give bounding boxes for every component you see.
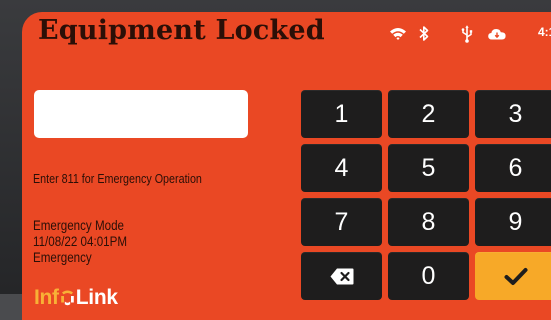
status-bar (388, 21, 507, 47)
emergency-mode-label: Emergency Mode (33, 218, 124, 233)
page-title: Equipment Locked (38, 15, 325, 46)
key-2[interactable]: 2 (388, 90, 469, 138)
access-code-input[interactable] (34, 90, 248, 138)
backspace-button[interactable] (301, 252, 382, 300)
key-5[interactable]: 5 (388, 144, 469, 192)
logo-mark-icon (60, 288, 75, 306)
logo-text-end: Link (75, 286, 118, 309)
emergency-status: Emergency (33, 250, 92, 265)
numeric-keypad: 1 2 3 4 5 6 7 8 9 0 (301, 90, 551, 300)
emergency-datetime: 11/08/22 04:01PM (33, 234, 128, 249)
usb-icon (460, 24, 474, 44)
backspace-icon (330, 268, 354, 285)
checkmark-icon (504, 267, 528, 286)
key-4[interactable]: 4 (301, 144, 382, 192)
infolink-logo: Inf Link (34, 286, 118, 310)
wifi-icon (388, 24, 408, 44)
key-9[interactable]: 9 (475, 198, 551, 246)
enter-button[interactable] (475, 252, 551, 300)
emergency-info: Emergency Mode 11/08/22 04:01PM Emergenc… (33, 218, 127, 266)
emergency-hint: Enter 811 for Emergency Operation (33, 172, 202, 186)
status-clock: 4:13 (538, 25, 551, 39)
key-6[interactable]: 6 (475, 144, 551, 192)
bluetooth-icon (418, 24, 430, 44)
key-0[interactable]: 0 (388, 252, 469, 300)
key-1[interactable]: 1 (301, 90, 382, 138)
cloud-icon (487, 24, 507, 44)
bezel-edge (0, 294, 22, 320)
logo-text-start: Inf (34, 286, 59, 309)
key-8[interactable]: 8 (388, 198, 469, 246)
key-3[interactable]: 3 (475, 90, 551, 138)
lock-screen: Equipment Locked 4: Enter 811 for Emerge… (22, 12, 551, 320)
key-7[interactable]: 7 (301, 198, 382, 246)
